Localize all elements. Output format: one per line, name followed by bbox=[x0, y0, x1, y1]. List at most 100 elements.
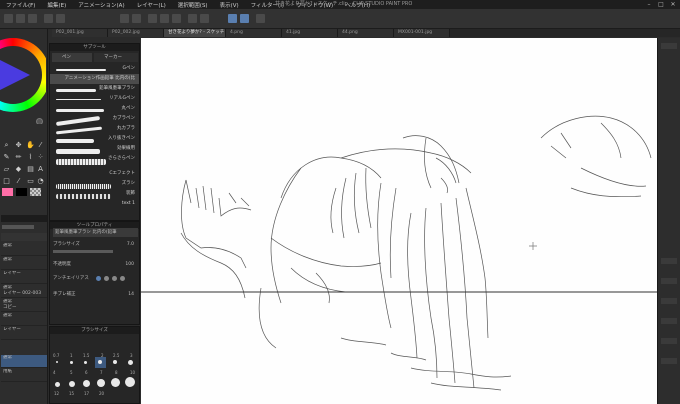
navigator-tab[interactable] bbox=[661, 43, 677, 49]
new-file-icon[interactable] bbox=[4, 14, 13, 23]
stabilization-value[interactable]: 14 bbox=[128, 290, 134, 299]
layer-name-label: レイヤー 002-003 bbox=[3, 291, 42, 296]
hand-icon[interactable]: ✋ bbox=[26, 141, 35, 150]
tab-mx001[interactable]: MX001-001.jpg bbox=[394, 29, 450, 37]
size-dot[interactable] bbox=[125, 377, 135, 387]
layer-row[interactable]: 通常 bbox=[1, 257, 47, 270]
fill-icon[interactable] bbox=[132, 14, 141, 23]
layer-row[interactable]: 通常 レイヤー 002-003 bbox=[1, 285, 47, 298]
tab-p02-002[interactable]: P02_002.jpg bbox=[108, 29, 164, 37]
opacity-row[interactable]: 不透明度 100 bbox=[53, 260, 138, 269]
tab-41-jpg[interactable]: 41.jpg bbox=[282, 29, 338, 37]
snap-ruler-icon[interactable] bbox=[188, 14, 197, 23]
brush-size-value[interactable]: 7.0 bbox=[127, 240, 134, 249]
canvas[interactable] bbox=[141, 38, 657, 404]
close-button[interactable]: ✕ bbox=[668, 1, 678, 8]
open-file-icon[interactable] bbox=[16, 14, 25, 23]
tab-sketch[interactable]: 甘き花より夢か? - スケッチ bbox=[164, 29, 226, 37]
fill-bucket-icon[interactable]: ◆ bbox=[14, 165, 23, 174]
shape-icon[interactable]: □ bbox=[2, 177, 11, 186]
brush-size-row[interactable]: ブラシサイズ 7.0 bbox=[53, 240, 138, 249]
crop-icon[interactable] bbox=[172, 14, 181, 23]
layer-tab[interactable] bbox=[661, 298, 677, 304]
deselect-icon[interactable] bbox=[148, 14, 157, 23]
size-dot[interactable] bbox=[97, 379, 105, 387]
layer-row[interactable]: 通常 コピー bbox=[1, 299, 47, 312]
size-dot[interactable] bbox=[98, 360, 102, 364]
antialias-option-icon[interactable] bbox=[96, 276, 101, 281]
brush-item[interactable]: Cエフェクト bbox=[50, 169, 139, 179]
menu-view[interactable]: 表示(V) bbox=[214, 1, 245, 9]
balloon-icon[interactable]: ◔ bbox=[36, 177, 45, 186]
layer-row[interactable]: レイヤー bbox=[1, 327, 47, 340]
tab-44-png[interactable]: 44.png bbox=[338, 29, 394, 37]
text-icon[interactable]: A bbox=[36, 165, 45, 174]
antialias-option-icon[interactable] bbox=[120, 276, 125, 281]
layer-row[interactable]: 通常 bbox=[1, 243, 47, 256]
settings-icon[interactable] bbox=[256, 14, 265, 23]
move-icon[interactable]: ✥ bbox=[14, 141, 23, 150]
pen-icon[interactable]: ✎ bbox=[2, 153, 11, 162]
menu-file[interactable]: ファイル(F) bbox=[0, 1, 41, 9]
saturation-triangle[interactable] bbox=[0, 54, 30, 96]
stabilization-row[interactable]: 手ブレ補正 14 bbox=[53, 290, 138, 299]
save-icon[interactable] bbox=[28, 14, 37, 23]
size-dot[interactable] bbox=[55, 382, 60, 387]
layer-tab[interactable] bbox=[661, 338, 677, 344]
tab-marker[interactable]: マーカー bbox=[94, 53, 138, 62]
layer-row[interactable]: レイヤー bbox=[1, 271, 47, 284]
brush-item-selected[interactable]: アニメーション作画鉛筆 比内の(比 bbox=[50, 74, 139, 84]
size-dot[interactable] bbox=[70, 361, 73, 364]
color-wheel[interactable] bbox=[0, 34, 46, 124]
antialias-option-icon[interactable] bbox=[104, 276, 109, 281]
layer-tab[interactable] bbox=[661, 258, 677, 264]
size-dot[interactable] bbox=[113, 360, 117, 364]
layer-tab[interactable] bbox=[661, 358, 677, 364]
layer-row-selected[interactable]: 通常 bbox=[1, 355, 47, 368]
menu-edit[interactable]: 編集(E) bbox=[41, 1, 72, 9]
redo-icon[interactable] bbox=[56, 14, 65, 23]
undo-icon[interactable] bbox=[44, 14, 53, 23]
size-dot[interactable] bbox=[128, 360, 133, 365]
size-dot[interactable] bbox=[83, 380, 90, 387]
clear-icon[interactable] bbox=[120, 14, 129, 23]
layer-tab[interactable] bbox=[661, 318, 677, 324]
size-dot[interactable] bbox=[111, 378, 120, 387]
size-dot[interactable] bbox=[56, 361, 58, 363]
menu-select[interactable]: 選択範囲(S) bbox=[172, 1, 214, 9]
sub-color-swatch[interactable] bbox=[16, 188, 27, 196]
tab-p02-001[interactable]: P02_001.jpg bbox=[52, 29, 108, 37]
airbrush-icon[interactable]: ⁘ bbox=[36, 153, 45, 162]
magnifier-icon[interactable]: ⌕ bbox=[2, 141, 11, 150]
layer-row[interactable]: 通常 bbox=[1, 313, 47, 326]
layer-row[interactable]: 用紙 bbox=[1, 369, 47, 382]
ruler-icon[interactable]: ⁄ bbox=[14, 177, 23, 186]
eyedropper-icon[interactable]: ⁄ bbox=[36, 141, 45, 150]
menu-layer[interactable]: レイヤー(L) bbox=[131, 1, 172, 9]
invert-selection-icon[interactable] bbox=[160, 14, 169, 23]
main-color-swatch[interactable] bbox=[2, 188, 13, 196]
brush-icon[interactable]: ⌇ bbox=[26, 153, 35, 162]
antialias-option-icon[interactable] bbox=[112, 276, 117, 281]
pen-pressure-icon[interactable] bbox=[240, 14, 249, 23]
brush-item[interactable]: text 1 bbox=[50, 199, 139, 209]
layer-tab[interactable] bbox=[661, 278, 677, 284]
color-swap-icon[interactable] bbox=[36, 118, 43, 124]
pencil-icon[interactable]: ✏ bbox=[14, 153, 23, 162]
snap-grid-icon[interactable] bbox=[200, 14, 209, 23]
eraser-icon[interactable]: ▱ bbox=[2, 165, 11, 174]
minimize-button[interactable]: – bbox=[644, 1, 654, 8]
size-dot[interactable] bbox=[69, 381, 75, 387]
maximize-button[interactable]: □ bbox=[656, 1, 666, 8]
brush-size-slider[interactable] bbox=[53, 250, 113, 253]
tab-pen[interactable]: ペン bbox=[52, 53, 92, 62]
size-dot[interactable] bbox=[84, 361, 87, 364]
gradient-icon[interactable]: ▤ bbox=[26, 165, 35, 174]
snap-special-ruler-icon[interactable] bbox=[228, 14, 237, 23]
menu-animation[interactable]: アニメーション(A) bbox=[72, 1, 130, 9]
frame-icon[interactable]: ▭ bbox=[26, 177, 35, 186]
tab-4-png[interactable]: 4.png bbox=[226, 29, 282, 37]
transparent-color-swatch[interactable] bbox=[30, 188, 41, 196]
opacity-slider[interactable] bbox=[2, 225, 34, 229]
opacity-value[interactable]: 100 bbox=[125, 260, 134, 269]
